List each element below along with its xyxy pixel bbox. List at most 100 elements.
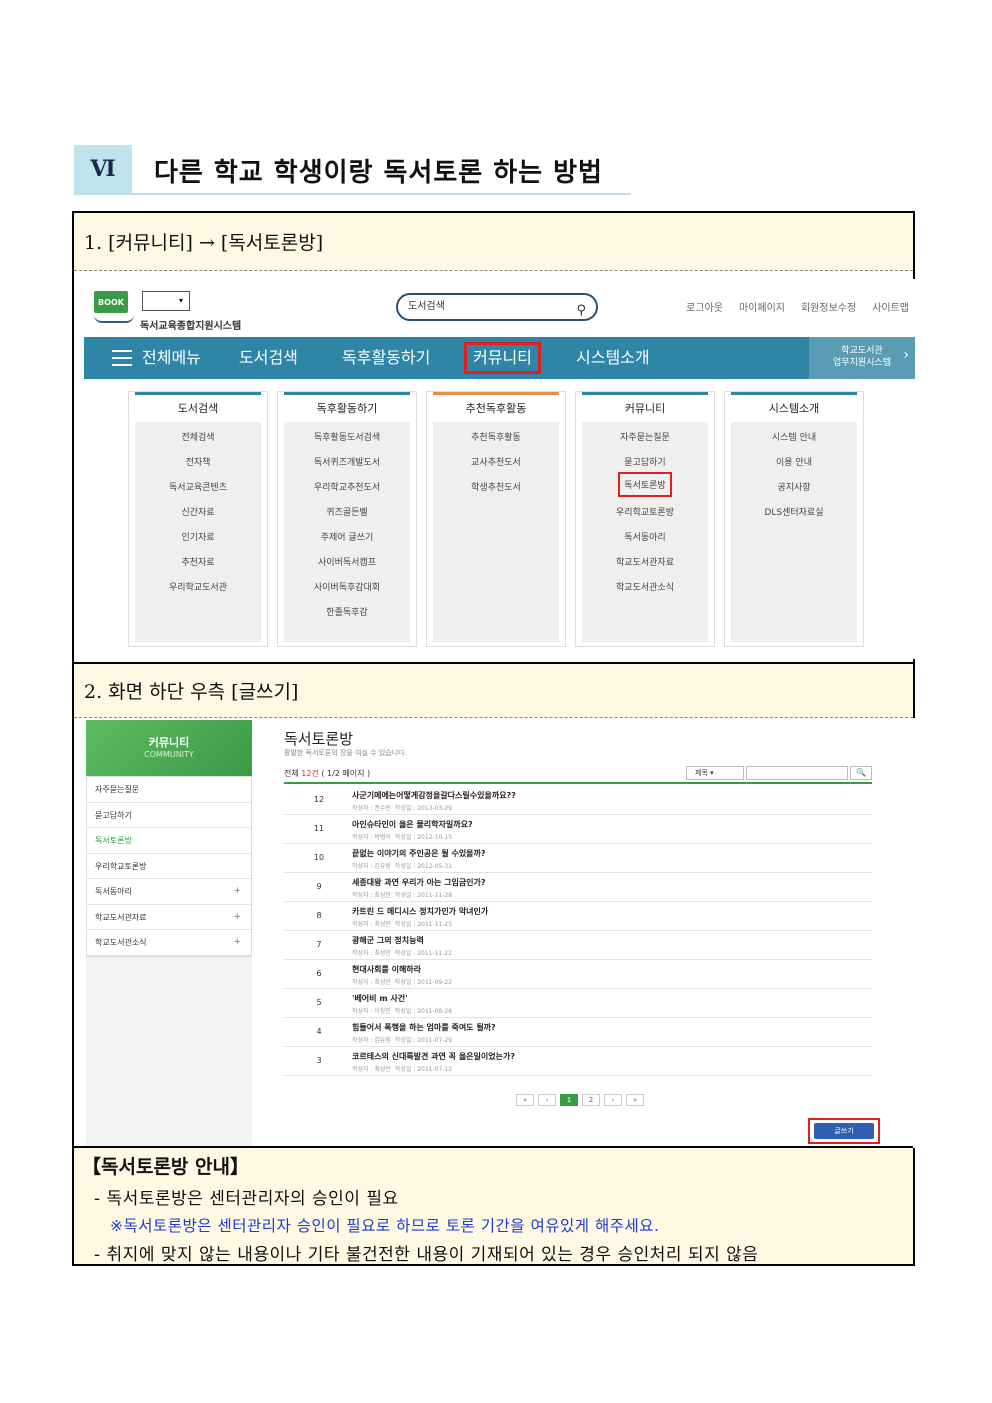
- next-page-button[interactable]: ›: [604, 1094, 622, 1106]
- table-row[interactable]: 6 현대사회를 이해하라 작성자 : 최성민 작성일 : 2011-09-22: [284, 960, 872, 989]
- row-meta: 작성자 : 김유림 작성일 : 2011-07-29: [352, 1035, 452, 1044]
- prev-page-button[interactable]: ‹: [538, 1094, 556, 1106]
- table-row[interactable]: 10 끝없는 이야기의 주인공은 될 수있을까? 작성자 : 김유림 작성일 : 2…: [284, 844, 872, 873]
- row-author: 작성자 : 최성민: [352, 950, 391, 957]
- info-line-approval: - 독서토론방은 센터관리자의 승인이 필요: [94, 1189, 399, 1209]
- search-icon[interactable]: ⚲: [576, 299, 586, 323]
- menu-item[interactable]: 자주묻는질문: [582, 430, 708, 443]
- sidebar-item[interactable]: 학교도서관자료 +: [87, 905, 251, 930]
- row-title[interactable]: 끝없는 이야기의 주인공은 될 수있을까?: [352, 848, 486, 859]
- row-title[interactable]: 카트린 드 메디시스 정치가인가 악녀인가: [352, 906, 488, 917]
- menu-item[interactable]: 전자책: [135, 455, 261, 468]
- menu-item[interactable]: 시스템 안내: [731, 430, 857, 443]
- mypage-link[interactable]: 마이페이지: [739, 299, 785, 314]
- menu-item[interactable]: 공지사항: [731, 480, 857, 493]
- hamburger-menu-icon[interactable]: [112, 350, 132, 366]
- menu-item[interactable]: 우리학교추천도서: [284, 480, 410, 493]
- row-title[interactable]: 광해군 그의 정치능력: [352, 935, 424, 946]
- table-row[interactable]: 12 사군기메에는어떻게감정을갈다스릴수있을까요?? 작성자 : 권수빈 작성일 :…: [284, 786, 872, 815]
- plus-icon[interactable]: +: [233, 905, 241, 930]
- menu-item[interactable]: 퀴즈골든벨: [284, 505, 410, 518]
- table-row[interactable]: 5 '베어비 m 사건' 작성자 : 이창민 작성일 : 2011-08-28: [284, 989, 872, 1018]
- logout-link[interactable]: 로그아웃: [686, 299, 723, 314]
- nav-system-intro[interactable]: 시스템소개: [576, 337, 650, 379]
- sidebar-item[interactable]: 독서동아리 +: [87, 879, 251, 905]
- menu-item-discussion-room[interactable]: 독서토론방: [582, 472, 708, 497]
- table-row[interactable]: 7 광해군 그의 정치능력 작성자 : 최성민 작성일 : 2011-11-22: [284, 931, 872, 960]
- nav-book-search[interactable]: 도서검색: [239, 337, 298, 379]
- write-button[interactable]: 글쓰기: [814, 1123, 874, 1139]
- menu-item[interactable]: 주제어 글쓰기: [284, 530, 410, 543]
- sidebar-item[interactable]: 묻고답하기: [87, 803, 251, 828]
- menu-item[interactable]: 한줄독후감: [284, 605, 410, 618]
- count-suffix: ( 1/2 페이지 ): [318, 769, 371, 778]
- row-title[interactable]: '베어비 m 사건': [352, 993, 408, 1004]
- sidebar-item[interactable]: 우리학교토론방: [87, 854, 251, 879]
- row-title[interactable]: 사군기메에는어떻게감정을갈다스릴수있을까요??: [352, 790, 516, 801]
- plus-icon[interactable]: +: [233, 879, 241, 904]
- site-logo[interactable]: BOOK ▾ 독서교육종합지원시스템: [94, 291, 259, 335]
- search-icon[interactable]: 🔍: [850, 766, 872, 780]
- sidebar-item-label: 우리학교토론방: [95, 861, 147, 871]
- menu-item[interactable]: 독후활동도서검색: [284, 430, 410, 443]
- region-select[interactable]: ▾: [142, 291, 190, 311]
- row-date: 작성일 : 2012-10-15: [394, 834, 453, 841]
- table-row[interactable]: 4 힘들어서 폭행을 하는 엄마를 죽여도 될까? 작성자 : 김유림 작성일 : …: [284, 1018, 872, 1047]
- menu-item[interactable]: 교사추천도서: [433, 455, 559, 468]
- sidebar-item[interactable]: 자주묻는질문: [87, 777, 251, 803]
- menu-col-body: 자주묻는질문 묻고답하기 독서토론방 우리학교토론방 독서동아리 학교도서관자료…: [582, 422, 708, 642]
- menu-item[interactable]: DLS센터자료실: [731, 505, 857, 518]
- row-title[interactable]: 코르테스의 신대륙발견 과연 꼭 옳은일이었는가?: [352, 1051, 515, 1062]
- table-row[interactable]: 9 세종대왕 과연 우리가 아는 그임금인가? 작성자 : 최성민 작성일 : 20…: [284, 873, 872, 902]
- first-page-button[interactable]: «: [516, 1094, 534, 1106]
- step-2-label: 2. 화면 하단 우측 [글쓰기]: [74, 662, 913, 718]
- sidebar-item[interactable]: 학교도서관소식 +: [87, 930, 251, 956]
- edit-profile-link[interactable]: 회원정보수정: [801, 299, 856, 314]
- menu-item[interactable]: 학생추천도서: [433, 480, 559, 493]
- nav-all-menu[interactable]: 전체메뉴: [142, 337, 201, 379]
- page-2-button[interactable]: 2: [582, 1094, 600, 1106]
- table-row[interactable]: 8 카트린 드 메디시스 정치가인가 악녀인가 작성자 : 최성민 작성일 : 20…: [284, 902, 872, 931]
- row-number: 3: [316, 1056, 322, 1065]
- sidebar-item-active[interactable]: 독서토론방: [87, 828, 251, 854]
- nav-library-support[interactable]: 학교도서관 업무지원시스템 ›: [809, 337, 915, 379]
- menu-item[interactable]: 우리학교토론방: [582, 505, 708, 518]
- nav-community[interactable]: 커뮤니티: [464, 342, 541, 374]
- search-field-select[interactable]: 제목 ▾: [686, 766, 744, 780]
- menu-item[interactable]: 독서동아리: [582, 530, 708, 543]
- plus-icon[interactable]: +: [233, 930, 241, 955]
- top-links: 로그아웃 마이페이지 회원정보수정 사이트맵: [686, 299, 909, 314]
- menu-item[interactable]: 독서퀴즈개발도서: [284, 455, 410, 468]
- menu-item[interactable]: 신간자료: [135, 505, 261, 518]
- menu-item[interactable]: 학교도서관자료: [582, 555, 708, 568]
- table-row[interactable]: 3 코르테스의 신대륙발견 과연 꼭 옳은일이었는가? 작성자 : 최성민 작성일 …: [284, 1047, 872, 1076]
- menu-column-recommended: 추천독후활동 추천독후활동 교사추천도서 학생추천도서: [426, 391, 566, 647]
- menu-item[interactable]: 추천독후활동: [433, 430, 559, 443]
- page-1-button[interactable]: 1: [560, 1094, 578, 1106]
- row-title[interactable]: 세종대왕 과연 우리가 아는 그임금인가?: [352, 877, 486, 888]
- sitemap-link[interactable]: 사이트맵: [872, 299, 909, 314]
- menu-item[interactable]: 이용 안내: [731, 455, 857, 468]
- menu-item[interactable]: 전체검색: [135, 430, 261, 443]
- row-title[interactable]: 현대사회를 이해하라: [352, 964, 421, 975]
- book-search-input[interactable]: 도서검색 ⚲: [396, 293, 598, 321]
- menu-item[interactable]: 사이버독후감대회: [284, 580, 410, 593]
- row-author: 작성자 : 김유림: [352, 863, 391, 870]
- table-row[interactable]: 11 아인슈타인이 옳은 물리학자일까요? 작성자 : 박병식 작성일 : 2012…: [284, 815, 872, 844]
- menu-item[interactable]: 사이버독서캠프: [284, 555, 410, 568]
- board-count: 전체 12건 ( 1/2 페이지 ): [284, 768, 370, 779]
- menu-item[interactable]: 추천자료: [135, 555, 261, 568]
- sidebar-item-label: 묻고답하기: [95, 810, 132, 820]
- discussion-room-highlight[interactable]: 독서토론방: [618, 472, 672, 497]
- nav-reading-activity[interactable]: 독후활동하기: [342, 337, 430, 379]
- menu-item[interactable]: 우리학교도서관: [135, 580, 261, 593]
- row-title[interactable]: 힘들어서 폭행을 하는 엄마를 죽여도 될까?: [352, 1022, 496, 1033]
- last-page-button[interactable]: »: [626, 1094, 644, 1106]
- menu-item[interactable]: 묻고답하기: [582, 455, 708, 468]
- info-title: 【독서토론방 안내】: [82, 1156, 249, 1178]
- menu-item[interactable]: 인기자료: [135, 530, 261, 543]
- row-title[interactable]: 아인슈타인이 옳은 물리학자일까요?: [352, 819, 473, 830]
- board-search-input[interactable]: [746, 766, 848, 780]
- menu-item[interactable]: 독서교육콘텐츠: [135, 480, 261, 493]
- menu-item[interactable]: 학교도서관소식: [582, 580, 708, 593]
